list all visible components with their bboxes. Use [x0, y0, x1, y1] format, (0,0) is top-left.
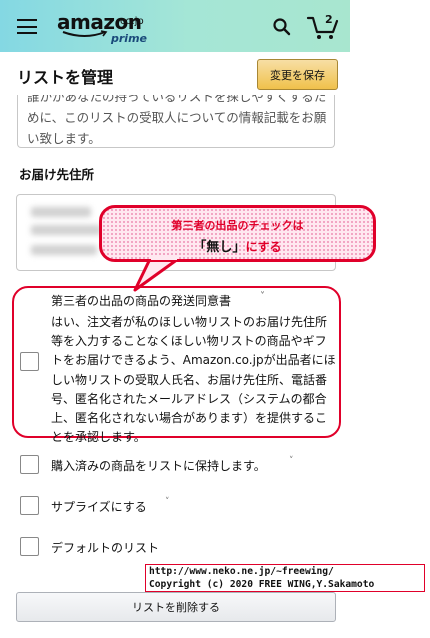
chevron-down-icon[interactable]: ˅ [165, 497, 170, 507]
top-bar: amazon co.jp prime 2 [0, 0, 350, 52]
callout-rest: にする [245, 240, 282, 254]
delete-list-button[interactable]: リストを削除する [16, 592, 336, 622]
blurred-address [31, 225, 101, 235]
amazon-prime-logo[interactable]: amazon co.jp prime [57, 10, 157, 46]
logo-domain: co.jp [120, 16, 144, 27]
smile-arrow-icon [62, 30, 108, 37]
default-list-label[interactable]: デフォルトのリスト [51, 539, 159, 556]
description-text: 誰かがあなたの持っているリストを探しやすくするために、このリストの受取人について… [27, 95, 327, 146]
keep-purchased-label[interactable]: 購入済みの商品をリストに保持します。 [51, 457, 266, 474]
save-button[interactable]: 変更を保存 [257, 59, 338, 90]
cart-icon[interactable]: 2 [306, 12, 340, 40]
page-header: リストを管理 変更を保存 [0, 52, 350, 96]
blurred-address [31, 207, 91, 217]
callout-line2: 「無し」にする [102, 236, 373, 255]
surprise-label[interactable]: サプライズにする [51, 498, 147, 515]
consent-title[interactable]: 第三者の出品の商品の発送同意書 [51, 292, 231, 309]
logo-prime: prime [111, 32, 147, 45]
menu-icon[interactable] [17, 19, 37, 34]
cart-outline-icon [306, 16, 339, 39]
copyright-watermark: http://www.neko.ne.jp/~freewing/ Copyrig… [145, 564, 425, 592]
address-label: お届け先住所 [19, 167, 95, 182]
annotation-callout: 第三者の出品のチェックは 「無し」にする [99, 205, 376, 262]
chevron-down-icon[interactable]: ˅ [260, 291, 265, 302]
page-title: リストを管理 [17, 68, 114, 87]
callout-emphasis: 「無し」 [193, 240, 246, 255]
cart-count: 2 [325, 13, 333, 26]
surprise-checkbox[interactable] [20, 496, 39, 515]
description-textarea[interactable]: 誰かがあなたの持っているリストを探しやすくするために、このリストの受取人について… [17, 95, 335, 148]
keep-purchased-checkbox[interactable] [20, 455, 39, 474]
default-list-checkbox[interactable] [20, 537, 39, 556]
consent-body: はい、注文者が私のほしい物リストのお届け先住所等を入力することなくほしい物リスト… [51, 315, 336, 445]
consent-checkbox[interactable] [20, 352, 39, 371]
callout-line1: 第三者の出品のチェックは [171, 219, 304, 232]
chevron-down-icon[interactable]: ˅ [289, 456, 294, 466]
search-icon[interactable] [272, 17, 292, 37]
blurred-address [31, 245, 97, 255]
watermark-copyright: Copyright (c) 2020 FREE WING,Y.Sakamoto [149, 578, 375, 590]
watermark-url: http://www.neko.ne.jp/~freewing/ [149, 566, 334, 577]
